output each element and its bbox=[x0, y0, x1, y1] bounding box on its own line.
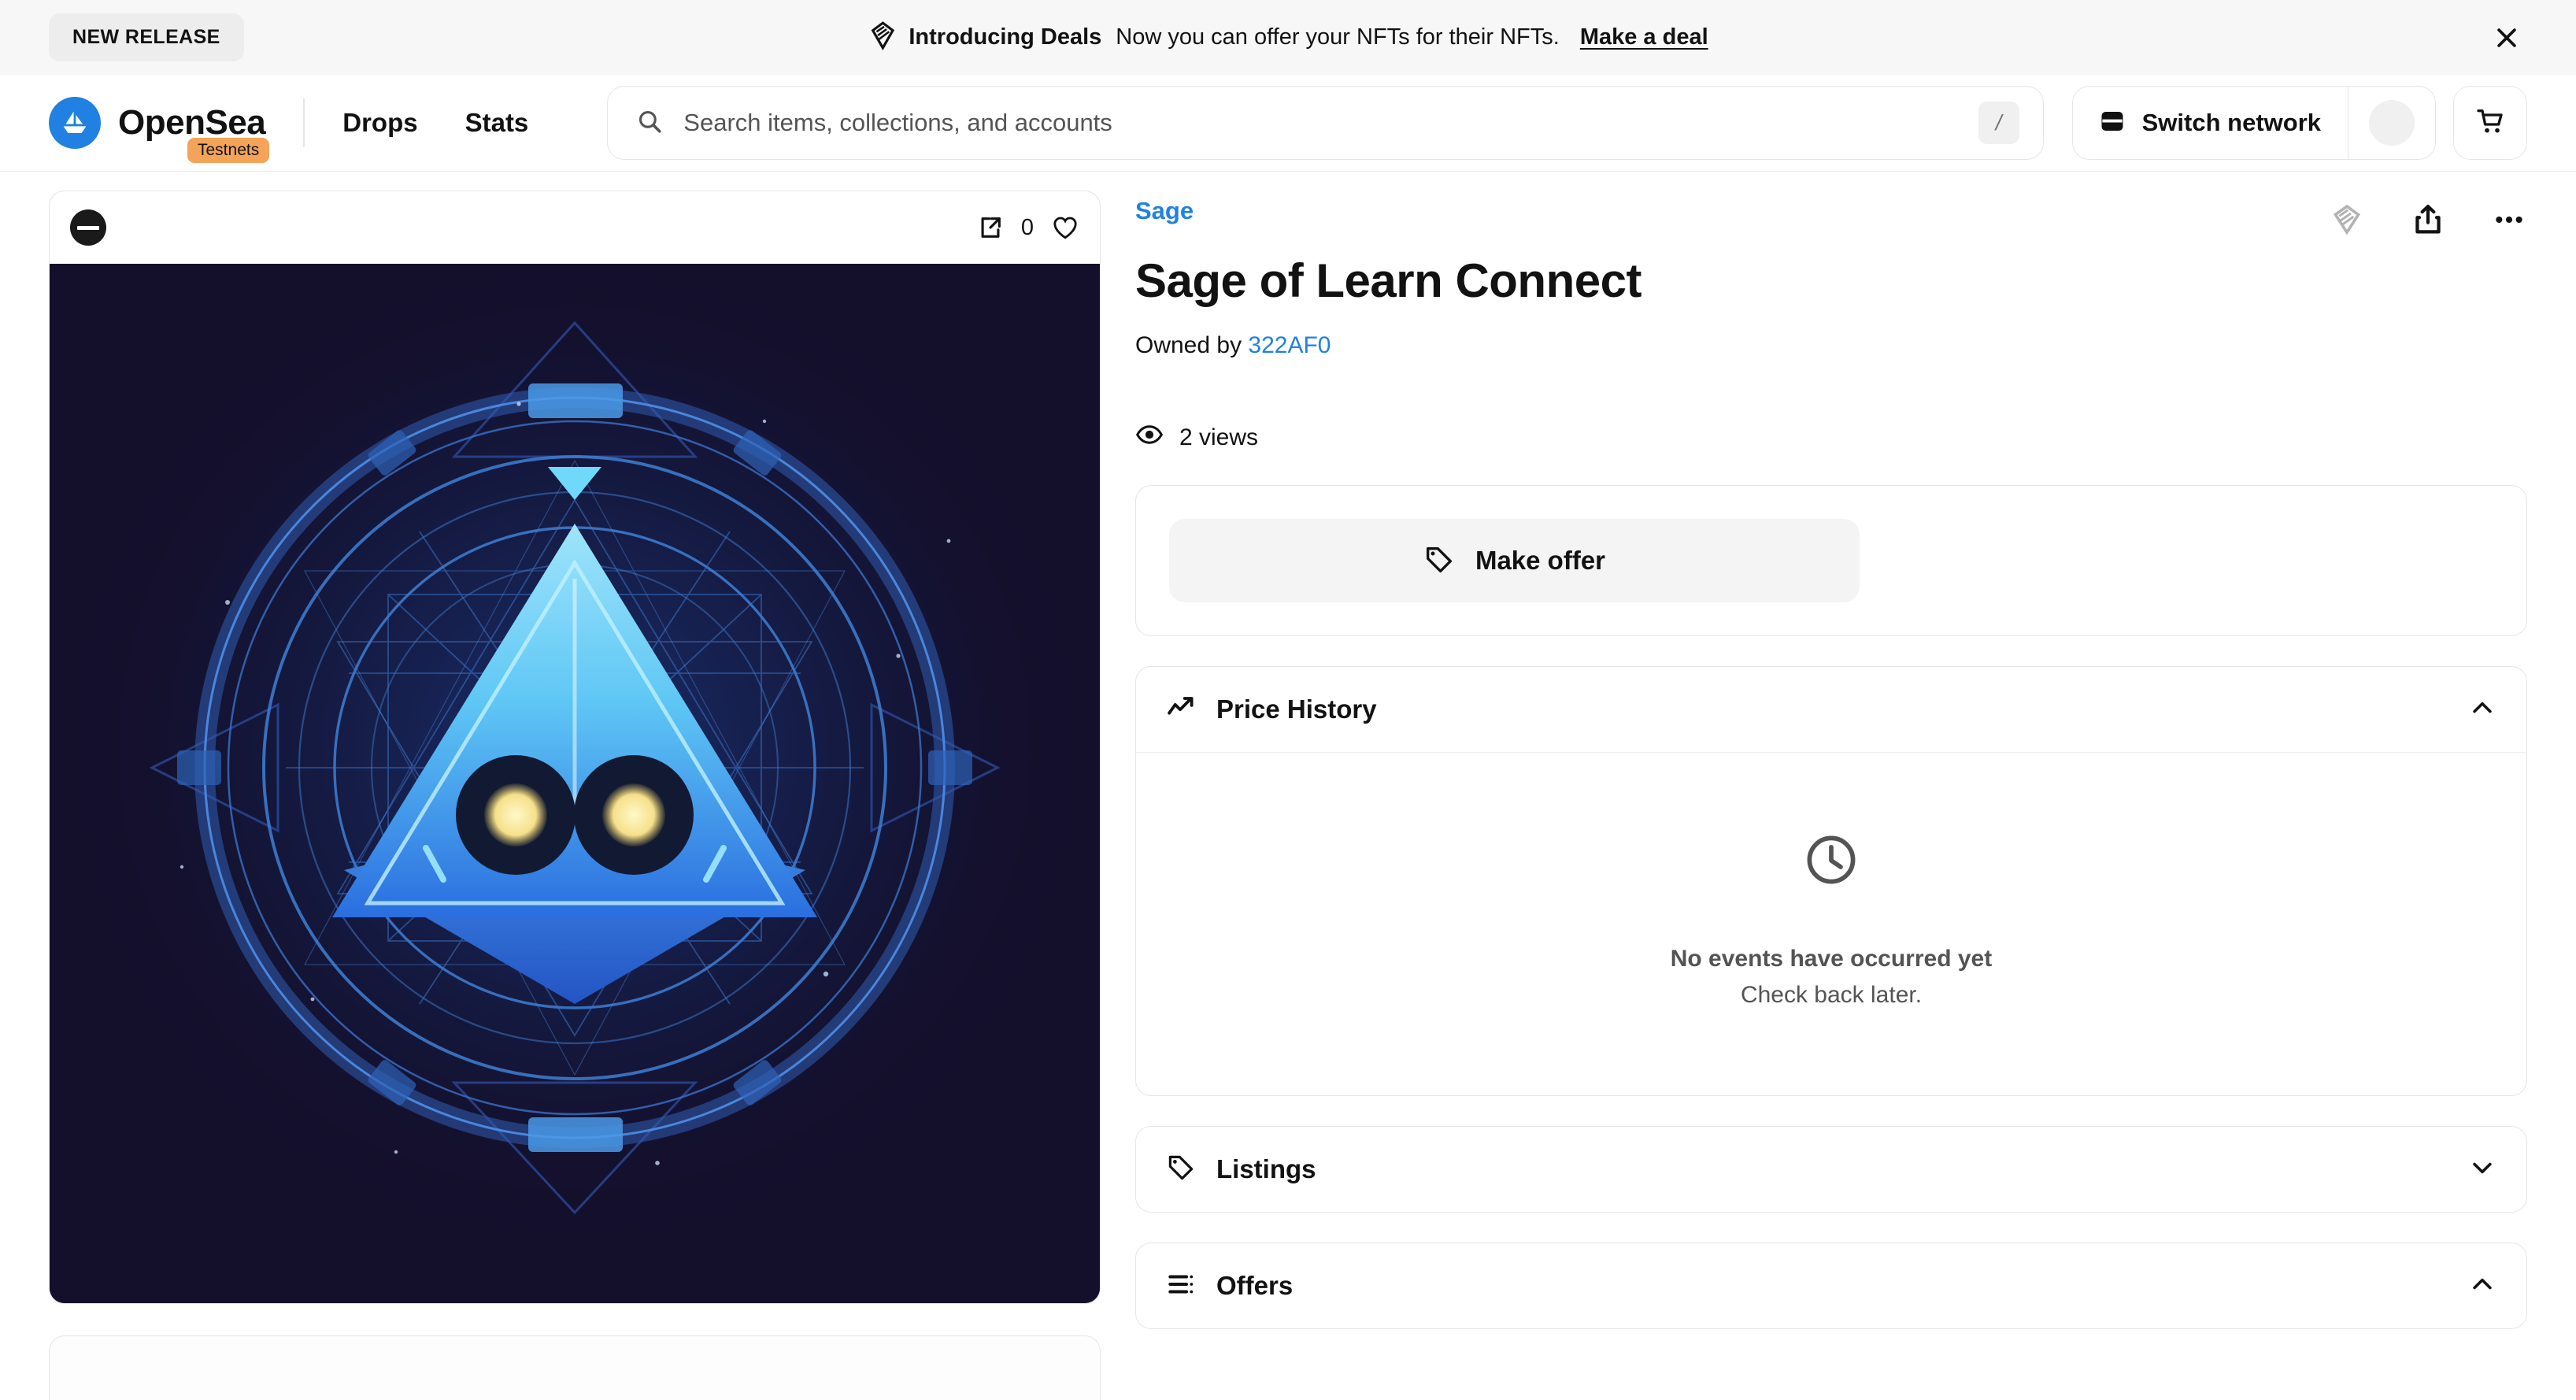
heart-icon[interactable] bbox=[1051, 213, 1079, 242]
nft-artwork[interactable] bbox=[50, 264, 1100, 1303]
price-history-empty-state: No events have occurred yet Check back l… bbox=[1136, 753, 2526, 1095]
share-icon[interactable] bbox=[2411, 202, 2445, 237]
opensea-logo[interactable]: OpenSea Testnets bbox=[49, 97, 270, 163]
views-count: 2 views bbox=[1179, 424, 1259, 450]
opensea-boat-icon bbox=[49, 97, 101, 149]
avatar bbox=[2369, 100, 2415, 146]
make-offer-label: Make offer bbox=[1475, 546, 1606, 575]
deals-icon bbox=[868, 20, 898, 54]
owned-by-label: Owned by bbox=[1135, 332, 1242, 358]
nav-item-stats[interactable]: Stats bbox=[465, 108, 529, 138]
header-actions: Switch network bbox=[2071, 86, 2527, 160]
favorite-count: 0 bbox=[1020, 214, 1034, 240]
price-history-title: Price History bbox=[1216, 694, 1377, 724]
detail-heading-group: Sage Sage of Learn Connect Owned by 322A… bbox=[1135, 197, 1641, 359]
account-avatar-button[interactable] bbox=[2348, 100, 2435, 146]
make-a-deal-link[interactable]: Make a deal bbox=[1580, 24, 1708, 50]
views-row: 2 views bbox=[1135, 420, 2527, 455]
switch-network-button[interactable]: Switch network bbox=[2073, 87, 2348, 159]
testnets-badge: Testnets bbox=[187, 138, 270, 163]
search-shortcut-key: / bbox=[1978, 102, 2019, 144]
offers-header[interactable]: Offers bbox=[1136, 1243, 2526, 1328]
site-header: OpenSea Testnets Drops Stats / bbox=[0, 75, 2576, 172]
banner-message: Introducing Deals Now you can offer your… bbox=[868, 20, 1708, 54]
owner-row: Owned by 322AF0 bbox=[1135, 332, 1641, 359]
chevron-up-icon[interactable] bbox=[2468, 694, 2496, 726]
media-action-group: 0 bbox=[977, 213, 1079, 242]
owner-link[interactable]: 322AF0 bbox=[1248, 332, 1331, 358]
listings-header[interactable]: Listings bbox=[1136, 1127, 2526, 1212]
collection-link[interactable]: Sage bbox=[1135, 197, 1194, 225]
price-history-panel: Price History No events have occurred ye… bbox=[1135, 666, 2527, 1096]
clock-icon bbox=[1803, 831, 1860, 892]
trending-up-icon bbox=[1166, 693, 1196, 727]
nav-item-drops[interactable]: Drops bbox=[342, 108, 417, 138]
detail-header: Sage Sage of Learn Connect Owned by 322A… bbox=[1135, 191, 2527, 359]
chevron-down-icon[interactable] bbox=[2468, 1154, 2496, 1186]
deals-icon[interactable] bbox=[2329, 202, 2365, 238]
search-input[interactable] bbox=[683, 109, 1978, 137]
page-main: 0 Sage Sage of Learn Connect Owned by 32… bbox=[0, 172, 2576, 1400]
primary-nav: Drops Stats bbox=[342, 108, 528, 138]
switch-network-label: Switch network bbox=[2141, 109, 2321, 136]
chevron-up-icon[interactable] bbox=[2468, 1270, 2496, 1302]
media-column: 0 bbox=[49, 191, 1101, 1400]
shopping-cart-icon bbox=[2474, 106, 2506, 141]
empty-state-title: No events have occurred yet bbox=[1670, 946, 1993, 972]
eye-icon bbox=[1135, 420, 1164, 455]
nft-media-card: 0 bbox=[49, 191, 1101, 1304]
announcement-banner: NEW RELEASE Introducing Deals Now you ca… bbox=[0, 0, 2576, 75]
new-release-badge: NEW RELEASE bbox=[49, 13, 244, 61]
offers-panel: Offers bbox=[1135, 1243, 2527, 1329]
wallet-icon bbox=[2098, 107, 2126, 139]
brand-name: OpenSea bbox=[118, 103, 266, 142]
banner-headline: Introducing Deals bbox=[909, 24, 1102, 50]
external-link-icon[interactable] bbox=[977, 214, 1004, 241]
search-icon bbox=[636, 108, 663, 139]
offers-title: Offers bbox=[1216, 1271, 1294, 1300]
tag-icon bbox=[1166, 1153, 1196, 1187]
empty-state-subtitle: Check back later. bbox=[1740, 982, 1923, 1008]
listings-title: Listings bbox=[1216, 1154, 1316, 1183]
network-wallet-group: Switch network bbox=[2071, 86, 2436, 160]
more-options-icon[interactable] bbox=[2491, 202, 2527, 238]
header-divider bbox=[303, 98, 305, 147]
details-column: Sage Sage of Learn Connect Owned by 322A… bbox=[1135, 191, 2527, 1400]
banner-body-text: Now you can offer your NFTs for their NF… bbox=[1116, 24, 1560, 50]
close-icon[interactable] bbox=[2483, 14, 2530, 61]
details-card-partial bbox=[49, 1335, 1101, 1400]
price-history-body: No events have occurred yet Check back l… bbox=[1136, 752, 2526, 1095]
detail-action-icons bbox=[2329, 197, 2527, 238]
chain-badge-icon[interactable] bbox=[70, 209, 106, 246]
search-container: / bbox=[607, 86, 2044, 160]
tag-icon bbox=[1423, 544, 1455, 578]
listings-panel: Listings bbox=[1135, 1126, 2527, 1213]
offer-panel: Make offer bbox=[1135, 485, 2527, 636]
media-toolbar: 0 bbox=[50, 191, 1100, 264]
price-history-header[interactable]: Price History bbox=[1136, 667, 2526, 752]
page-title: Sage of Learn Connect bbox=[1135, 254, 1641, 307]
shopping-cart-button[interactable] bbox=[2453, 86, 2527, 160]
search-box[interactable]: / bbox=[607, 86, 2044, 160]
list-icon bbox=[1166, 1269, 1196, 1303]
make-offer-button[interactable]: Make offer bbox=[1169, 519, 1860, 602]
